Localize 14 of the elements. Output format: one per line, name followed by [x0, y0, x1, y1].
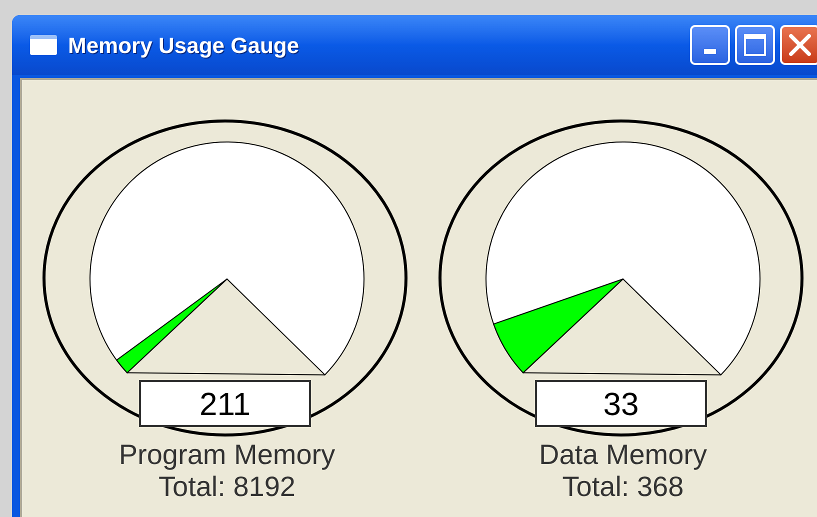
gauge-label: Program Memory: [118, 439, 336, 471]
window-icon: [30, 35, 57, 55]
minimize-icon: [704, 49, 716, 54]
maximize-icon: [744, 34, 766, 56]
gauge-label: Data Memory: [538, 439, 708, 471]
close-button[interactable]: [780, 25, 817, 65]
value-display: 33: [535, 380, 707, 427]
maximize-button[interactable]: [735, 25, 775, 65]
value-display: 211: [139, 380, 311, 427]
close-icon: [788, 33, 812, 57]
gauge-total: Total: 368: [562, 471, 684, 503]
minimize-button[interactable]: [690, 25, 730, 65]
window-title: Memory Usage Gauge: [68, 32, 300, 60]
gauge-total: Total: 8192: [158, 471, 296, 503]
